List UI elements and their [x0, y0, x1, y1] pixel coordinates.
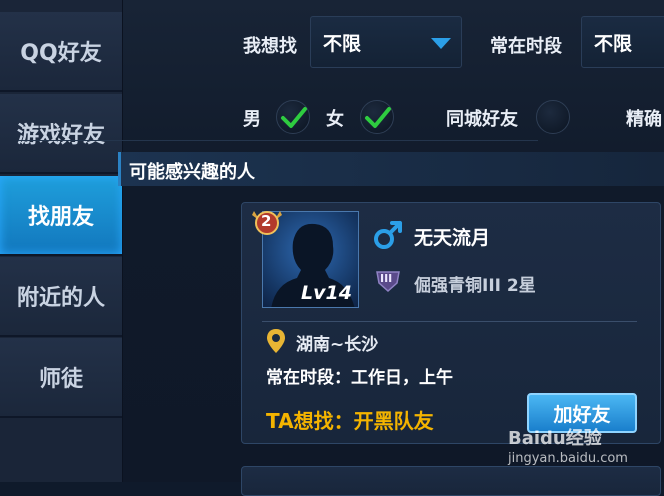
location-pin-icon: [267, 329, 285, 353]
rank-tier-icon: III: [375, 269, 401, 293]
seek-select[interactable]: 不限: [310, 16, 462, 68]
checkmark-icon: [365, 107, 391, 128]
sidebar-item-label: 游戏好友: [16, 123, 105, 148]
divider: [262, 321, 637, 322]
male-checkbox[interactable]: [276, 100, 310, 134]
seek-select-value: 不限: [323, 33, 362, 55]
female-label: 女: [326, 109, 344, 130]
section-title: 可能感兴趣的人: [129, 162, 255, 183]
wants-text: TA想找：开黑队友: [266, 409, 434, 433]
sidebar: QQ好友 游戏好友 找朋友 附近的人 师徒: [0, 0, 123, 482]
section-header: 可能感兴趣的人: [118, 152, 664, 186]
female-checkbox[interactable]: [360, 100, 394, 134]
sidebar-item-mentor[interactable]: 师徒: [0, 338, 122, 418]
sidebar-item-qq-friends[interactable]: QQ好友: [0, 12, 122, 92]
male-label: 男: [243, 109, 261, 130]
player-card[interactable]: Lv14 2 无天流月 III 倔强青铜III 2星 湖南~长沙 常在时段：工作…: [241, 202, 661, 444]
sidebar-item-find-friends[interactable]: 找朋友: [0, 176, 122, 256]
watermark-url: jingyan.baidu.com: [508, 451, 628, 466]
precise-label: 精确: [626, 109, 662, 130]
player-card-next[interactable]: [241, 466, 661, 496]
sidebar-item-label: 附近的人: [16, 286, 105, 311]
watermark-logo: Baidu经验: [508, 428, 602, 449]
time-select[interactable]: 不限: [581, 16, 664, 68]
rank-text: 倔强青铜III 2星: [414, 276, 536, 296]
player-name: 无天流月: [414, 227, 491, 249]
time-select-value: 不限: [594, 33, 633, 55]
chevron-down-icon: [431, 38, 451, 49]
add-friend-button-label: 加好友: [553, 403, 611, 426]
seek-label: 我想找: [243, 36, 297, 57]
male-icon: [374, 221, 402, 249]
sidebar-item-game-friends[interactable]: 游戏好友: [0, 94, 122, 174]
same-city-checkbox[interactable]: [536, 100, 570, 134]
same-city-label: 同城好友: [446, 109, 518, 130]
sidebar-item-label: 找朋友: [27, 205, 94, 230]
location-text: 湖南~长沙: [296, 335, 379, 355]
level-label: Lv14: [301, 282, 352, 304]
divider: [18, 140, 538, 141]
checkmark-icon: [281, 107, 307, 128]
sidebar-item-label: QQ好友: [20, 41, 102, 66]
time-label: 常在时段: [490, 36, 562, 57]
active-time-text: 常在时段：工作日，上午: [266, 368, 453, 388]
rank-badge-number: 2: [261, 212, 272, 230]
rank-badge-icon: 2: [250, 205, 284, 239]
sidebar-item-label: 师徒: [38, 367, 83, 392]
sidebar-item-nearby[interactable]: 附近的人: [0, 257, 122, 337]
